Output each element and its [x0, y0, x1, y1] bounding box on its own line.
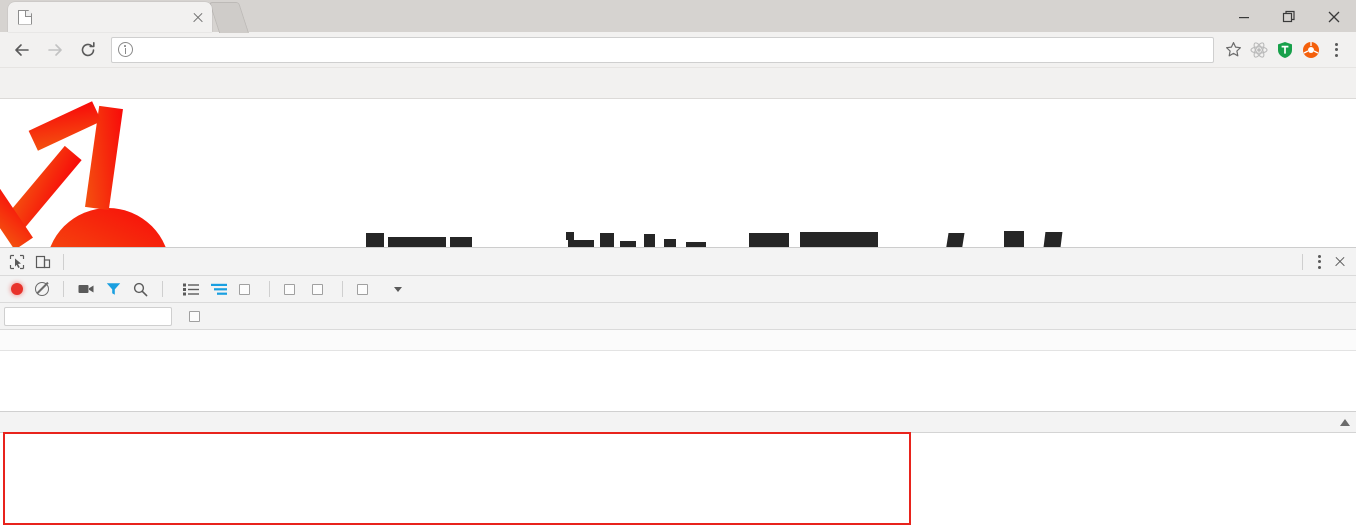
page-text-fragments	[366, 231, 1063, 247]
bookmark-star-icon[interactable]	[1220, 37, 1246, 63]
view-waterfall-button[interactable]	[206, 283, 232, 296]
red-highlight-box	[3, 432, 911, 525]
preserve-log-checkbox[interactable]	[279, 283, 305, 295]
bookmarks-bar	[0, 68, 1356, 99]
window-maximize-button[interactable]	[1266, 2, 1311, 32]
record-network-log-button[interactable]	[6, 283, 28, 295]
page-info-icon[interactable]	[118, 42, 133, 57]
checkbox-box	[189, 310, 200, 322]
toolbar-divider-right	[1302, 253, 1303, 270]
disable-cache-checkbox[interactable]	[307, 283, 333, 295]
search-button[interactable]	[128, 282, 153, 297]
view-list-button[interactable]	[178, 283, 204, 296]
toolbar-divider-1	[63, 281, 64, 297]
browser-nav-bar	[0, 32, 1356, 68]
browser-title-bar	[0, 0, 1356, 32]
filter-input[interactable]	[4, 306, 172, 326]
inspect-element-icon[interactable]	[4, 249, 30, 275]
checkbox-box	[312, 283, 323, 295]
address-bar[interactable]	[111, 36, 1214, 63]
hide-data-urls-checkbox[interactable]	[184, 310, 210, 322]
new-tab-button[interactable]	[212, 2, 246, 32]
offline-checkbox[interactable]	[352, 283, 378, 295]
reload-button[interactable]	[74, 36, 102, 64]
overview-graph	[0, 351, 1356, 411]
request-table-header	[0, 412, 1356, 433]
sort-ascending-icon[interactable]	[1340, 419, 1350, 426]
capture-screenshots-button[interactable]	[73, 282, 99, 296]
list-view-icon	[183, 283, 199, 295]
camera-icon	[78, 285, 94, 293]
waterfall-view-icon	[211, 283, 227, 295]
devtools-more-options-icon[interactable]	[1310, 254, 1328, 269]
toolbar-divider-4	[342, 281, 343, 297]
record-icon	[11, 283, 23, 295]
orange-extension-icon[interactable]	[1298, 37, 1324, 63]
funnel-icon	[106, 283, 121, 295]
react-devtools-extension-icon[interactable]	[1246, 37, 1272, 63]
network-overview[interactable]	[0, 330, 1356, 412]
back-button[interactable]	[8, 36, 36, 64]
window-close-button[interactable]	[1311, 2, 1356, 32]
network-filter-bar	[0, 303, 1356, 330]
devtools-tab-strip	[0, 248, 1356, 276]
clear-icon	[35, 282, 49, 296]
checkbox-box	[357, 283, 368, 295]
toolbar-divider-3	[269, 281, 270, 297]
toolbar-divider	[63, 253, 64, 270]
clear-network-log-button[interactable]	[30, 282, 54, 296]
timeline-ruler	[0, 330, 1356, 351]
search-icon	[133, 282, 148, 296]
browser-tab[interactable]	[8, 2, 212, 32]
forward-button	[41, 36, 69, 64]
throttling-select[interactable]	[380, 286, 407, 292]
tab-close-icon[interactable]	[190, 9, 206, 25]
devtools-close-icon[interactable]	[1328, 250, 1352, 274]
toggle-device-toolbar-icon[interactable]	[30, 249, 56, 275]
devtools-tab-strip-right	[1295, 250, 1356, 274]
group-by-frame-checkbox[interactable]	[234, 283, 260, 295]
shield-extension-icon[interactable]	[1272, 37, 1298, 63]
chevron-down-icon	[394, 286, 402, 292]
browser-menu-button[interactable]	[1324, 37, 1348, 63]
page-viewport	[0, 99, 1356, 248]
window-minimize-button[interactable]	[1221, 2, 1266, 32]
checkbox-box	[239, 283, 250, 295]
filter-toggle-button[interactable]	[101, 282, 126, 296]
checkbox-box	[284, 283, 295, 295]
toolbar-divider-2	[162, 281, 163, 297]
tab-favicon-icon	[18, 10, 32, 25]
network-toolbar	[0, 276, 1356, 303]
